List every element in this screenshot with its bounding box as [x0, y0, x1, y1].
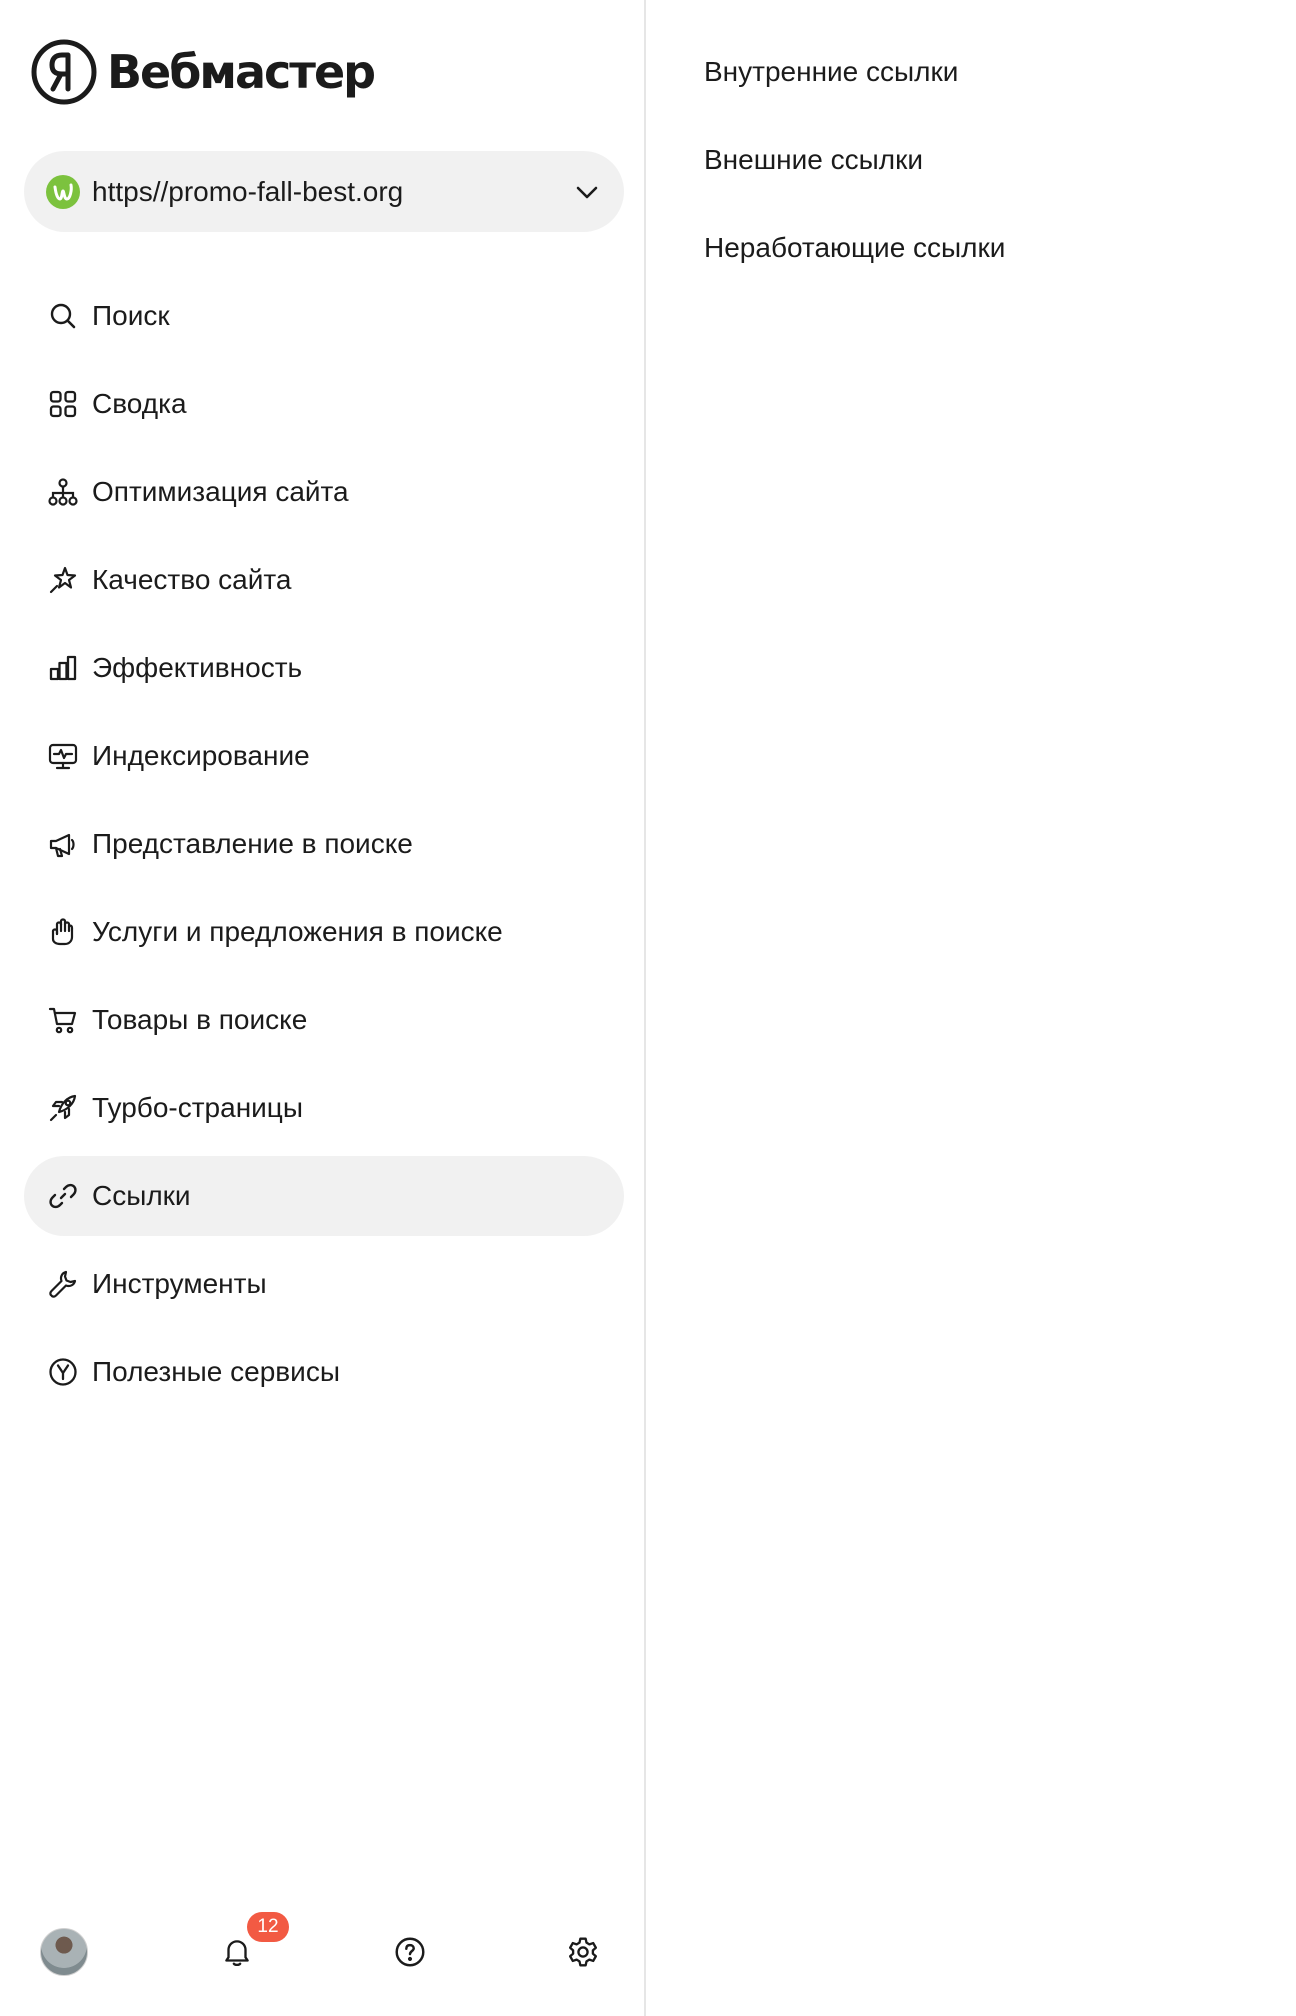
yandex-logo-icon	[31, 39, 97, 105]
hand-service-icon	[46, 915, 80, 949]
nav-item-label: Ссылки	[92, 1180, 191, 1211]
nav-item-site-quality[interactable]: Качество сайта	[24, 540, 624, 620]
site-selector[interactable]: https//promo-fall-best.org	[24, 151, 624, 232]
nav-item-label: Эффективность	[92, 652, 303, 683]
nav-item-label: Полезные сервисы	[92, 1356, 340, 1387]
sitemap-icon	[46, 475, 80, 509]
nav-item-indexing[interactable]: Индексирование	[24, 716, 624, 796]
nav-item-label: Индексирование	[92, 740, 310, 771]
nav-item-site-optimization[interactable]: Оптимизация сайта	[24, 452, 624, 532]
nav-item-services-offers[interactable]: Услуги и предложения в поиске	[24, 892, 624, 972]
nav-item-label: Товары в поиске	[92, 1004, 308, 1035]
sparkle-star-icon	[46, 563, 80, 597]
nav-item-useful-services[interactable]: Полезные сервисы	[24, 1332, 624, 1412]
rocket-icon	[46, 1091, 80, 1125]
nav-item-tools[interactable]: Инструменты	[24, 1244, 624, 1324]
yandex-circle-icon	[46, 1355, 80, 1389]
site-url: https//promo-fall-best.org	[92, 175, 404, 207]
sidebar-footer: 12	[0, 1912, 646, 1992]
chevron-down-icon	[576, 186, 598, 198]
nav-item-search[interactable]: Поиск	[24, 276, 624, 356]
nav-item-label: Инструменты	[92, 1268, 267, 1299]
logo-text: Вебмастер	[107, 45, 376, 99]
nav-item-label: Оптимизация сайта	[92, 476, 349, 507]
settings-button[interactable]	[557, 1926, 609, 1978]
sidebar: Вебмастер https//promo-fall-best.org Пои…	[0, 0, 646, 2016]
search-icon	[46, 299, 80, 333]
nav-item-links[interactable]: Ссылки	[24, 1156, 624, 1236]
submenu-item-internal-links[interactable]: Внутренние ссылки	[704, 56, 1005, 144]
main-nav: Поиск Сводка Оптимизация сайта Качество …	[24, 276, 624, 1420]
site-favicon-icon	[46, 174, 80, 209]
app-root: Вебмастер https//promo-fall-best.org Пои…	[0, 0, 1296, 2016]
notification-count-badge: 12	[247, 1912, 289, 1942]
bar-chart-icon	[46, 651, 80, 685]
logo[interactable]: Вебмастер	[31, 38, 376, 106]
megaphone-icon	[46, 827, 80, 861]
nav-item-label: Сводка	[92, 388, 187, 419]
nav-item-search-appearance[interactable]: Представление в поиске	[24, 804, 624, 884]
link-icon	[46, 1179, 80, 1213]
nav-item-label: Турбо-страницы	[92, 1092, 303, 1123]
gear-icon	[568, 1937, 598, 1967]
grid-icon	[46, 387, 80, 421]
nav-item-label: Представление в поиске	[92, 828, 413, 859]
links-submenu: Внутренние ссылки Внешние ссылки Неработ…	[704, 56, 1005, 320]
user-avatar-button[interactable]	[38, 1926, 90, 1978]
nav-item-label: Услуги и предложения в поиске	[92, 916, 503, 947]
wrench-icon	[46, 1267, 80, 1301]
cart-icon	[46, 1003, 80, 1037]
avatar	[40, 1928, 88, 1976]
nav-item-efficiency[interactable]: Эффективность	[24, 628, 624, 708]
monitor-pulse-icon	[46, 739, 80, 773]
nav-item-label: Поиск	[92, 300, 170, 331]
bell-icon	[225, 1940, 249, 1967]
nav-item-turbo-pages[interactable]: Турбо-страницы	[24, 1068, 624, 1148]
nav-item-label: Качество сайта	[92, 564, 292, 595]
help-icon	[395, 1937, 425, 1967]
help-button[interactable]	[384, 1926, 436, 1978]
submenu-item-broken-links[interactable]: Неработающие ссылки	[704, 232, 1005, 320]
nav-item-products[interactable]: Товары в поиске	[24, 980, 624, 1060]
submenu-item-external-links[interactable]: Внешние ссылки	[704, 144, 1005, 232]
nav-item-summary[interactable]: Сводка	[24, 364, 624, 444]
